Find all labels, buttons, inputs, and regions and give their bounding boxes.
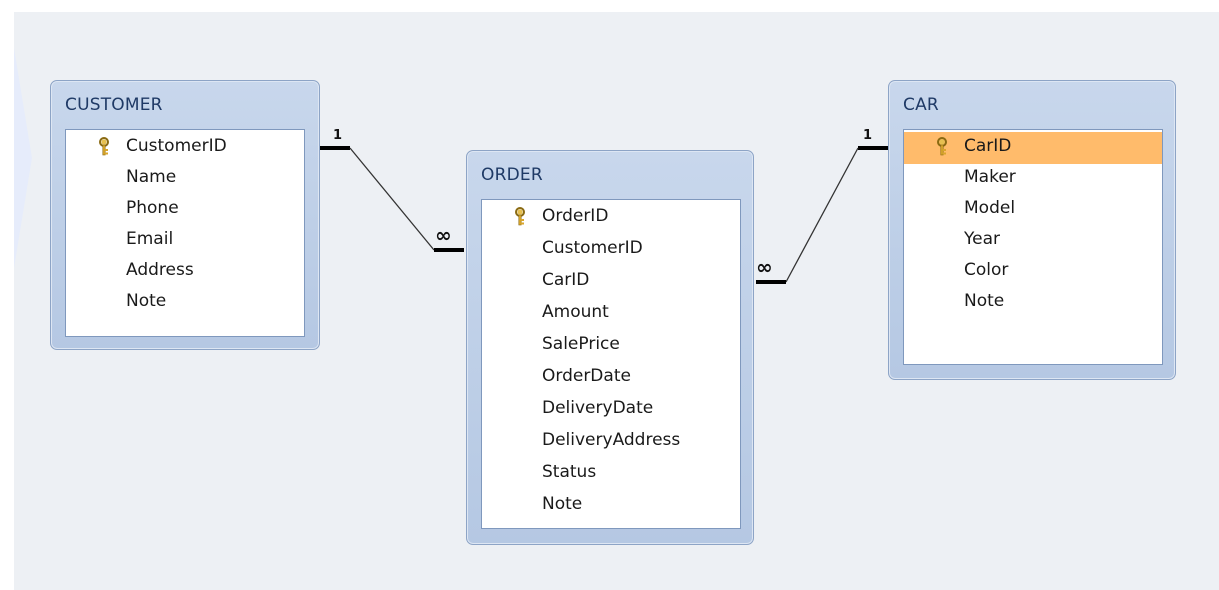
field-row[interactable]: Name <box>66 163 304 195</box>
field-name: OrderDate <box>542 366 631 386</box>
field-name: Note <box>126 291 167 311</box>
cardinality-many-label: ∞ <box>756 255 773 279</box>
field-row[interactable]: OrderDate <box>482 362 740 394</box>
field-list[interactable]: CustomerID Name Phone Email Address Note <box>65 129 305 337</box>
field-row[interactable]: CarID <box>482 266 740 298</box>
cardinality-one-label: 1 <box>863 128 872 143</box>
field-row[interactable]: Color <box>904 256 1162 288</box>
relationships-canvas: 1 ∞ 1 ∞ CUSTOMER CustomerID Name Phone E… <box>14 12 1219 590</box>
field-name: Email <box>126 229 174 249</box>
cardinality-many-label: ∞ <box>435 223 452 247</box>
field-row[interactable]: Amount <box>482 298 740 330</box>
table-title: ORDER <box>481 165 543 185</box>
field-row[interactable]: Year <box>904 225 1162 257</box>
field-row[interactable]: CustomerID <box>482 234 740 266</box>
field-name: Status <box>542 462 597 482</box>
key-icon <box>99 137 109 156</box>
field-row[interactable]: DeliveryAddress <box>482 426 740 458</box>
key-icon <box>515 207 525 226</box>
field-name: SalePrice <box>542 334 620 354</box>
field-name: Note <box>542 494 583 514</box>
relationship-car-order[interactable]: 1 ∞ <box>756 128 888 284</box>
top-margin-strip <box>230 0 1219 12</box>
field-row-selected[interactable]: CarID <box>904 132 1162 164</box>
field-name: Maker <box>964 167 1016 187</box>
field-name: DeliveryAddress <box>542 430 681 450</box>
order-table[interactable]: ORDER OrderID CustomerID CarID Amount Sa… <box>466 150 754 545</box>
field-name: CarID <box>964 136 1012 156</box>
field-name: Color <box>964 260 1009 280</box>
field-row[interactable]: CustomerID <box>66 132 304 164</box>
key-icon <box>937 137 947 156</box>
field-name: OrderID <box>542 206 609 226</box>
field-row[interactable]: Address <box>66 256 304 288</box>
table-title: CUSTOMER <box>65 95 163 115</box>
field-row[interactable]: Model <box>904 194 1162 226</box>
field-row[interactable]: Email <box>66 225 304 257</box>
field-row[interactable]: OrderID <box>482 202 740 234</box>
field-name: Phone <box>126 198 179 218</box>
field-name: Model <box>964 198 1016 218</box>
field-row[interactable]: DeliveryDate <box>482 394 740 426</box>
field-row[interactable]: Note <box>904 287 1162 319</box>
car-table[interactable]: CAR CarID Maker Model Year Color Note <box>888 80 1176 380</box>
field-name: CustomerID <box>126 136 227 156</box>
field-row[interactable]: Maker <box>904 163 1162 195</box>
field-name: Amount <box>542 302 609 322</box>
field-name: DeliveryDate <box>542 398 654 418</box>
field-list[interactable]: OrderID CustomerID CarID Amount SalePric… <box>481 199 741 529</box>
field-row[interactable]: Note <box>66 287 304 319</box>
field-name: Name <box>126 167 177 187</box>
field-list[interactable]: CarID Maker Model Year Color Note <box>903 129 1163 365</box>
field-name: CustomerID <box>542 238 643 258</box>
customer-table[interactable]: CUSTOMER CustomerID Name Phone Email Add… <box>50 80 320 350</box>
field-name: Address <box>126 260 194 280</box>
cardinality-one-label: 1 <box>333 128 342 143</box>
field-row[interactable]: Note <box>482 490 740 522</box>
field-row[interactable]: Status <box>482 458 740 490</box>
field-name: Note <box>964 291 1005 311</box>
field-row[interactable]: Phone <box>66 194 304 226</box>
relationship-customer-order[interactable]: 1 ∞ <box>320 128 464 252</box>
field-name: Year <box>964 229 1000 249</box>
table-title: CAR <box>903 95 939 115</box>
field-name: CarID <box>542 270 590 290</box>
field-row[interactable]: SalePrice <box>482 330 740 362</box>
